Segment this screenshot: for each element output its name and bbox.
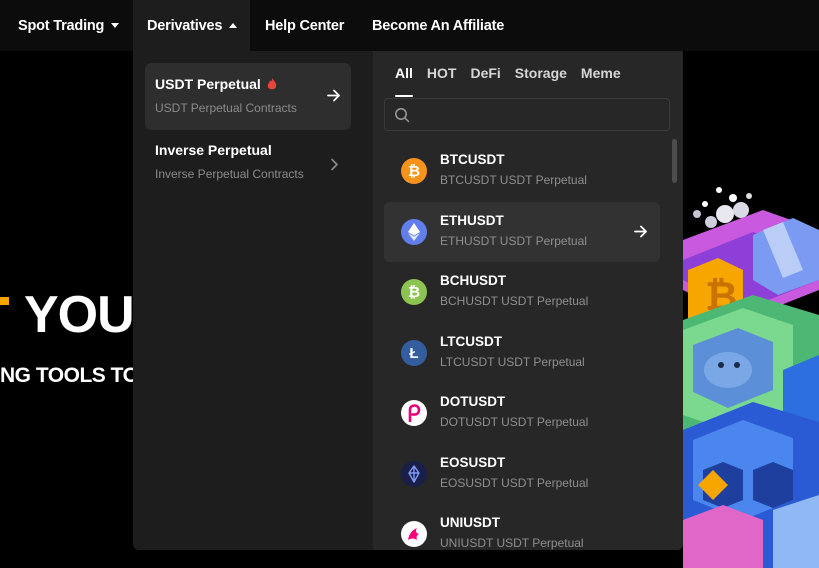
caret-up-icon — [229, 23, 238, 28]
coin-symbol: LTCUSDT — [440, 334, 502, 349]
search-input[interactable] — [415, 104, 661, 126]
arrow-right-icon — [634, 225, 647, 238]
search-icon — [395, 108, 410, 123]
coin-symbol: BTCUSDT — [440, 152, 505, 167]
coin-symbol: UNIUSDT — [440, 515, 500, 530]
bitcoin-icon: ₿ — [401, 158, 427, 184]
coin-description: UNIUSDT USDT Perpetual — [440, 536, 584, 550]
menu-usdt-perpetual-title: USDT Perpetual — [155, 76, 277, 92]
tab-storage[interactable]: Storage — [515, 65, 567, 89]
coin-description: BTCUSDT USDT Perpetual — [440, 173, 587, 187]
nav-become-affiliate[interactable]: Become An Affiliate — [372, 0, 504, 51]
coin-row-dotusdt[interactable]: DOTUSDT DOTUSDT USDT Perpetual — [384, 383, 660, 443]
nav-spot-trading[interactable]: Spot Trading — [18, 0, 120, 51]
tab-hot[interactable]: HOT — [427, 65, 457, 89]
product-type-menu: USDT Perpetual USDT Perpetual Contracts … — [133, 51, 373, 550]
eos-icon — [401, 461, 427, 487]
menu-inverse-perpetual-subtitle: Inverse Perpetual Contracts — [155, 167, 304, 181]
top-navigation: Spot Trading Derivatives Help Center Bec… — [0, 0, 819, 51]
bitcoin-cash-icon: ₿ — [401, 279, 427, 305]
coin-row-ethusdt[interactable]: ETHUSDT ETHUSDT USDT Perpetual — [384, 202, 660, 262]
coin-description: DOTUSDT USDT Perpetual — [440, 415, 589, 429]
tab-defi[interactable]: DeFi — [470, 65, 500, 89]
coin-panel: All HOT DeFi Storage Meme ₿ BTCUSDT BTCU… — [373, 51, 683, 550]
coin-row-ltcusdt[interactable]: Ł LTCUSDT LTCUSDT USDT Perpetual — [384, 323, 660, 383]
hero-accent-mark — [0, 297, 9, 305]
litecoin-icon: Ł — [401, 340, 427, 366]
coin-symbol: EOSUSDT — [440, 455, 506, 470]
coin-row-btcusdt[interactable]: ₿ BTCUSDT BTCUSDT USDT Perpetual — [384, 141, 660, 201]
coin-symbol: DOTUSDT — [440, 394, 506, 409]
crypto-illustration: ₿ — [683, 187, 819, 568]
coin-description: ETHUSDT USDT Perpetual — [440, 234, 587, 248]
nav-derivatives-label: Derivatives — [147, 17, 223, 34]
coin-description: EOSUSDT USDT Perpetual — [440, 476, 589, 490]
ethereum-icon — [401, 219, 427, 245]
coin-row-uniusdt[interactable]: UNIUSDT UNIUSDT USDT Perpetual — [384, 504, 660, 550]
coin-symbol: ETHUSDT — [440, 213, 504, 228]
nav-help-center-label: Help Center — [265, 17, 345, 34]
menu-usdt-perpetual-label: USDT Perpetual — [155, 76, 261, 92]
flame-icon — [267, 77, 277, 89]
chevron-right-icon — [331, 158, 338, 171]
caret-down-icon — [111, 23, 120, 28]
coin-description: LTCUSDT USDT Perpetual — [440, 355, 585, 369]
coin-symbol: BCHUSDT — [440, 273, 506, 288]
coin-search — [384, 98, 670, 131]
tab-meme[interactable]: Meme — [581, 65, 621, 89]
coin-row-eosusdt[interactable]: EOSUSDT EOSUSDT USDT Perpetual — [384, 444, 660, 504]
derivatives-dropdown: USDT Perpetual USDT Perpetual Contracts … — [133, 51, 683, 550]
tab-all[interactable]: All — [395, 65, 413, 97]
hero-title: YOU — [24, 286, 135, 344]
menu-inverse-perpetual[interactable]: Inverse Perpetual Inverse Perpetual Cont… — [145, 129, 351, 196]
polkadot-icon — [401, 400, 427, 426]
list-scrollbar[interactable] — [672, 139, 677, 183]
coin-row-bchusdt[interactable]: ₿ BCHUSDT BCHUSDT USDT Perpetual — [384, 262, 660, 322]
category-tabs: All HOT DeFi Storage Meme — [395, 65, 635, 97]
menu-inverse-perpetual-title: Inverse Perpetual — [155, 142, 272, 158]
nav-help-center[interactable]: Help Center — [265, 0, 344, 51]
nav-spot-trading-label: Spot Trading — [18, 17, 105, 34]
nav-derivatives[interactable]: Derivatives — [133, 0, 250, 51]
menu-inverse-perpetual-label: Inverse Perpetual — [155, 142, 272, 158]
uniswap-icon — [401, 521, 427, 547]
arrow-right-icon — [327, 89, 340, 102]
coin-description: BCHUSDT USDT Perpetual — [440, 294, 589, 308]
hero-subtitle: NG TOOLS TO — [0, 364, 139, 387]
menu-usdt-perpetual[interactable]: USDT Perpetual USDT Perpetual Contracts — [145, 63, 351, 130]
menu-usdt-perpetual-subtitle: USDT Perpetual Contracts — [155, 101, 297, 115]
nav-become-affiliate-label: Become An Affiliate — [372, 17, 505, 34]
